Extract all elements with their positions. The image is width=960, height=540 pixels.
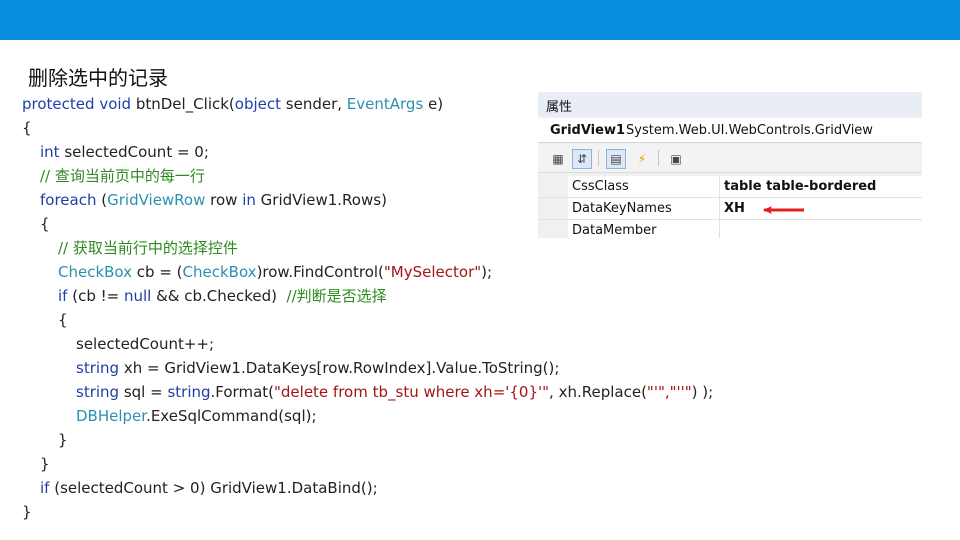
code-text: xh = GridView1.DataKeys[row.RowIndex].Va… <box>119 359 560 377</box>
code-line-7: // 获取当前行中的选择控件 <box>22 236 722 260</box>
red-arrow-icon <box>763 206 804 214</box>
code-text: )row.FindControl( <box>256 263 384 281</box>
code-text: ); <box>481 263 493 281</box>
row-gutter <box>538 198 568 219</box>
code-text: cb = ( <box>132 263 183 281</box>
code-text: (selectedCount > 0) GridView1.DataBind()… <box>49 479 378 497</box>
categorized-icon[interactable]: ▦ <box>548 149 568 169</box>
type-name: CheckBox <box>58 263 133 281</box>
code-comment: //判断是否选择 <box>286 287 387 305</box>
keyword: foreach <box>40 191 97 209</box>
type-name: CheckBox <box>182 263 257 281</box>
code-comment: // 获取当前行中的选择控件 <box>58 239 238 257</box>
string-literal: "'","''" <box>646 383 692 401</box>
properties-view-icon[interactable]: ▤ <box>606 149 626 169</box>
code-text: row <box>205 191 243 209</box>
property-pages-icon[interactable]: ▣ <box>666 149 686 169</box>
code-text: } <box>40 455 50 473</box>
code-line-8: CheckBox cb = (CheckBox)row.FindControl(… <box>22 260 722 284</box>
column-divider <box>719 176 720 197</box>
string-literal: "MySelector" <box>383 263 482 281</box>
code-text: e) <box>423 95 444 113</box>
row-gutter <box>538 176 568 197</box>
keyword: null <box>123 287 152 305</box>
code-line-16: } <box>22 452 722 476</box>
column-divider <box>719 198 720 219</box>
type-name: EventArgs <box>346 95 424 113</box>
code-text: { <box>58 311 68 329</box>
type-name: GridViewRow <box>107 191 206 209</box>
keyword: in <box>242 191 256 209</box>
keyword: object <box>234 95 282 113</box>
keyword: string <box>76 383 120 401</box>
code-text: sender, <box>281 95 347 113</box>
keyword: string <box>76 359 120 377</box>
code-line-10: { <box>22 308 722 332</box>
property-value[interactable]: XH <box>724 201 745 216</box>
code-line-17: if (selectedCount > 0) GridView1.DataBin… <box>22 476 722 500</box>
code-text: ) ); <box>691 383 714 401</box>
properties-panel: 属性 GridView1 System.Web.UI.WebControls.G… <box>538 92 922 238</box>
code-text: (cb != <box>67 287 124 305</box>
top-accent-bar <box>0 0 960 40</box>
code-text: btnDel_Click( <box>131 95 235 113</box>
code-line-9: if (cb != null && cb.Checked) //判断是否选择 <box>22 284 722 308</box>
toolbar-separator <box>598 150 599 166</box>
code-line-18: } <box>22 500 722 524</box>
properties-title: 属性 <box>546 100 573 115</box>
code-text: GridView1.Rows) <box>255 191 387 209</box>
property-value[interactable]: table table-bordered <box>724 179 876 194</box>
code-text: selectedCount = 0; <box>59 143 209 161</box>
string-literal: "delete from tb_stu where xh='{0}'" <box>274 383 550 401</box>
code-text: { <box>22 119 32 137</box>
column-divider <box>719 220 720 238</box>
code-line-12: string xh = GridView1.DataKeys[row.RowIn… <box>22 356 722 380</box>
object-name: GridView1 <box>550 123 626 138</box>
object-selector[interactable]: GridView1 System.Web.UI.WebControls.Grid… <box>538 118 922 143</box>
code-text: } <box>58 431 68 449</box>
toolbar-separator <box>658 150 659 166</box>
code-text: .Format( <box>210 383 274 401</box>
code-text: sql = <box>119 383 168 401</box>
code-text: ( <box>96 191 108 209</box>
properties-header: 属性 <box>538 92 922 116</box>
type-name: DBHelper <box>76 407 147 425</box>
object-type: System.Web.UI.WebControls.GridView <box>626 123 873 138</box>
row-gutter <box>538 220 568 238</box>
code-text: && cb.Checked) <box>151 287 287 305</box>
code-text: { <box>40 215 50 233</box>
sort-alphabetical-icon[interactable]: ⇵ <box>572 149 592 169</box>
events-lightning-icon[interactable]: ⚡ <box>632 149 652 169</box>
keyword: string <box>167 383 211 401</box>
code-comment: // 查询当前页中的每一行 <box>40 167 205 185</box>
keyword: void <box>99 95 132 113</box>
property-name: DataMember <box>572 223 657 238</box>
property-row-datamember[interactable]: DataMember <box>538 220 922 238</box>
code-text: selectedCount++; <box>76 335 215 353</box>
code-text: } <box>22 503 32 521</box>
property-name: CssClass <box>572 179 629 194</box>
code-text: .ExeSqlCommand(sql); <box>146 407 317 425</box>
keyword: int <box>40 143 60 161</box>
properties-toolbar: ▦ ⇵ ▤ ⚡ ▣ <box>538 144 922 173</box>
code-line-11: selectedCount++; <box>22 332 722 356</box>
code-line-14: DBHelper.ExeSqlCommand(sql); <box>22 404 722 428</box>
property-row-cssclass[interactable]: CssClass table table-bordered <box>538 176 922 198</box>
property-grid: CssClass table table-bordered DataKeyNam… <box>538 176 922 238</box>
property-name: DataKeyNames <box>572 201 672 216</box>
code-text: , xh.Replace( <box>549 383 647 401</box>
code-line-13: string sql = string.Format("delete from … <box>22 380 722 404</box>
slide-title: 删除选中的记录 <box>28 66 168 90</box>
keyword: protected <box>22 95 95 113</box>
code-line-15: } <box>22 428 722 452</box>
property-row-datakeynames[interactable]: DataKeyNames XH <box>538 198 922 220</box>
